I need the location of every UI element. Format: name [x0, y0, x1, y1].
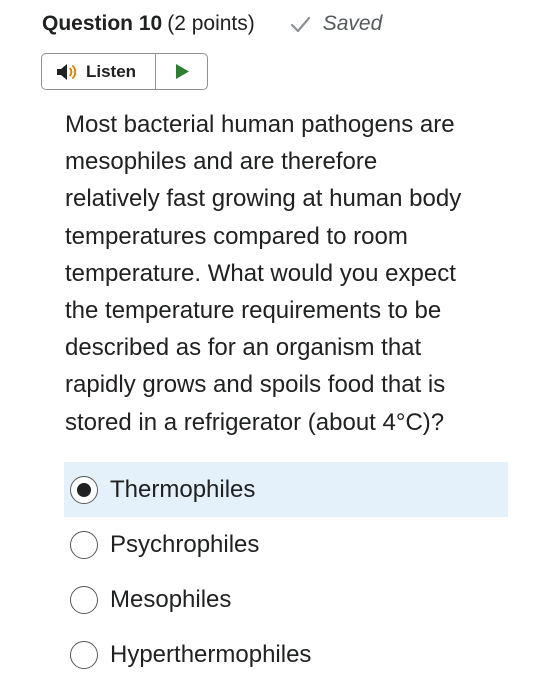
radio-button[interactable] [70, 530, 98, 559]
question-text-line: Most bacterial human pathogens are [65, 111, 455, 138]
option-psychrophiles[interactable]: Psychrophiles [64, 517, 508, 572]
radio-button[interactable] [70, 640, 98, 669]
speaker-icon [57, 63, 77, 80]
radio-button[interactable] [70, 475, 98, 504]
option-label: Thermophiles [110, 475, 256, 503]
radio-button[interactable] [70, 585, 98, 614]
question-text-line: relatively fast growing at human body [65, 185, 462, 213]
option-label: Psychrophiles [110, 530, 260, 558]
question-title: Question 10 [42, 12, 163, 35]
question-text-line: mesophiles and are therefore [65, 148, 378, 176]
option-label: Mesophiles [110, 585, 232, 613]
question-text-line: temperature. What would you expect [65, 259, 456, 287]
question-text-line: temperatures compared to room [65, 222, 408, 250]
saved-status: Saved [289, 12, 383, 36]
question-text-line: described as for an organism that [65, 334, 422, 362]
radio-selected-dot [77, 482, 91, 497]
question-header: Question 10 (2 points) Saved [42, 8, 382, 40]
question-text: Most bacterial human pathogens are mesop… [65, 106, 527, 441]
question-text-line: stored in a refrigerator (about 4°C)? [65, 408, 445, 436]
listen-button[interactable]: Listen [42, 54, 156, 89]
option-thermophiles[interactable]: Thermophiles [64, 462, 508, 517]
checkmark-icon [290, 16, 310, 33]
answer-options: Thermophiles Psychrophiles Mesophiles Hy… [64, 462, 508, 682]
question-text-line: the temperature requirements to be [65, 297, 442, 325]
play-button[interactable] [156, 54, 207, 89]
listen-control: Listen [41, 53, 208, 90]
listen-label: Listen [86, 61, 137, 81]
option-hyperthermophiles[interactable]: Hyperthermophiles [64, 627, 508, 682]
question-text-line: rapidly grows and spoils food that is [65, 371, 446, 399]
option-mesophiles[interactable]: Mesophiles [64, 572, 508, 627]
saved-label: Saved [322, 12, 383, 35]
play-icon [175, 64, 189, 79]
question-points: (2 points) [167, 12, 255, 35]
option-label: Hyperthermophiles [110, 640, 312, 668]
